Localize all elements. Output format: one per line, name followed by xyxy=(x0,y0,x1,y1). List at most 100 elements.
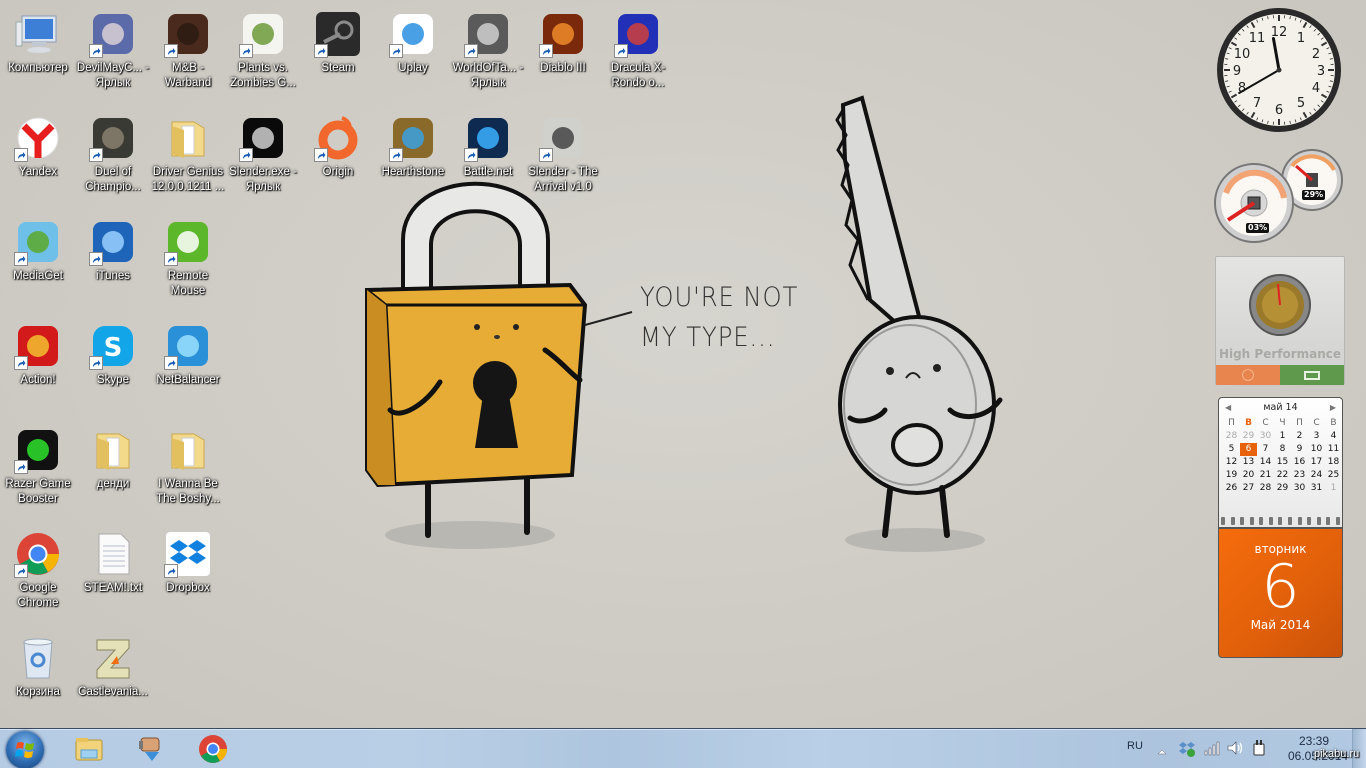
calendar-day[interactable]: 1 xyxy=(1325,482,1342,495)
desktop-icon[interactable]: S Skype xyxy=(75,316,151,412)
desktop-icon[interactable]: Battle.net xyxy=(450,108,526,204)
desktop-icon[interactable]: Driver Genius 12.0.0.1211 ... xyxy=(150,108,226,204)
calendar-day[interactable]: 26 xyxy=(1223,482,1240,495)
calendar-day[interactable]: 16 xyxy=(1291,456,1308,469)
calendar-day[interactable]: 13 xyxy=(1240,456,1257,469)
show-hidden-icons-button[interactable] xyxy=(1156,742,1168,755)
desktop-icon[interactable]: Duel of Champio... xyxy=(75,108,151,204)
calendar-day[interactable]: 30 xyxy=(1257,430,1274,443)
speedometer-icon xyxy=(1249,274,1311,336)
calendar-day-card[interactable]: вторник 6 Май 2014 xyxy=(1218,528,1343,658)
calendar-day[interactable]: 29 xyxy=(1274,482,1291,495)
desktop-icon[interactable]: DevilMayC... - Ярлык xyxy=(75,4,151,100)
desktop-icon[interactable]: Uplay xyxy=(375,4,451,100)
desktop-icon[interactable]: Компьютер xyxy=(0,4,76,100)
desktop-icon[interactable]: денди xyxy=(75,420,151,516)
start-button[interactable] xyxy=(6,731,44,768)
speech-text: YOU'RE NOT MY TYPE... xyxy=(640,278,798,358)
shortcut-arrow-icon xyxy=(314,148,328,162)
svg-text:2: 2 xyxy=(1312,47,1320,62)
desktop-icon[interactable]: WorldOfTa... - Ярлык xyxy=(450,4,526,100)
calendar-day[interactable]: 17 xyxy=(1308,456,1325,469)
svg-text:7: 7 xyxy=(1253,96,1261,111)
desktop[interactable]: YOU'RE NOT MY TYPE... Компьютер DevilMayC… xyxy=(0,0,1366,728)
power-plan-gadget[interactable]: High Performance xyxy=(1215,256,1345,385)
desktop-icon-label: Uplay xyxy=(398,62,428,74)
desktop-icon[interactable]: Yandex xyxy=(0,108,76,204)
desktop-icon[interactable]: STEAM!.txt xyxy=(75,524,151,620)
desktop-icon[interactable]: Razer Game Booster xyxy=(0,420,76,516)
desktop-icon[interactable]: Diablo III xyxy=(525,4,601,100)
performance-mode-button[interactable] xyxy=(1216,365,1280,385)
desktop-icon[interactable]: Корзина xyxy=(0,628,76,724)
calendar-day[interactable]: 5 xyxy=(1223,443,1240,456)
calendar-day[interactable]: 1 xyxy=(1274,430,1291,443)
calendar-day[interactable]: 10 xyxy=(1308,443,1325,456)
calendar-day[interactable]: 27 xyxy=(1240,482,1257,495)
taskbar-download-manager[interactable] xyxy=(122,730,180,768)
calendar-day[interactable]: 14 xyxy=(1257,456,1274,469)
desktop-icon[interactable]: Steam xyxy=(300,4,376,100)
calendar-day[interactable]: 12 xyxy=(1223,456,1240,469)
speech-line-1: YOU'RE NOT xyxy=(640,282,799,313)
calendar-day-today[interactable]: 6 xyxy=(1240,443,1257,456)
calendar-day[interactable]: 19 xyxy=(1223,469,1240,482)
calendar-day[interactable]: 23 xyxy=(1291,469,1308,482)
desktop-icon[interactable]: Origin xyxy=(300,108,376,204)
calendar-day[interactable]: 18 xyxy=(1325,456,1342,469)
desktop-icon[interactable]: Slender - The Arrival v1.0 xyxy=(525,108,601,204)
taskbar-chrome[interactable] xyxy=(184,730,242,768)
lock-character xyxy=(365,181,633,538)
tray-volume[interactable] xyxy=(1226,739,1244,757)
calendar-day[interactable]: 8 xyxy=(1274,443,1291,456)
desktop-icon-label: Plants vs. Zombies G... xyxy=(230,62,296,89)
calendar-day[interactable]: 28 xyxy=(1257,482,1274,495)
desktop-icon[interactable]: Castlevania... xyxy=(75,628,151,724)
desktop-icon[interactable]: M&B - Warband xyxy=(150,4,226,100)
calendar-day[interactable]: 31 xyxy=(1308,482,1325,495)
battery-mode-button[interactable] xyxy=(1280,365,1344,385)
calendar-day[interactable]: 9 xyxy=(1291,443,1308,456)
calendar-day[interactable]: 3 xyxy=(1308,430,1325,443)
calendar-day[interactable]: 7 xyxy=(1257,443,1274,456)
calendar-day[interactable]: 30 xyxy=(1291,482,1308,495)
desktop-icon-label: Remote Mouse xyxy=(167,270,209,297)
desktop-icon[interactable]: Hearthstone xyxy=(375,108,451,204)
calendar-day[interactable]: 28 xyxy=(1223,430,1240,443)
desktop-icon[interactable]: Dropbox xyxy=(150,524,226,620)
calendar-day[interactable]: 22 xyxy=(1274,469,1291,482)
previous-month-arrow[interactable]: ◀ xyxy=(1225,403,1231,412)
taskbar-explorer[interactable] xyxy=(60,730,118,768)
desktop-icon[interactable]: Plants vs. Zombies G... xyxy=(225,4,301,100)
desktop-icon[interactable]: iTunes xyxy=(75,212,151,308)
calendar-day[interactable]: 29 xyxy=(1240,430,1257,443)
desktop-icon[interactable]: Action! xyxy=(0,316,76,412)
desktop-icon[interactable]: MediaGet xyxy=(0,212,76,308)
tray-dropbox[interactable] xyxy=(1178,739,1196,757)
devil-may-cry-icon xyxy=(89,10,137,58)
calendar-day[interactable]: 24 xyxy=(1308,469,1325,482)
calendar-day[interactable]: 20 xyxy=(1240,469,1257,482)
calendar-day[interactable]: 4 xyxy=(1325,430,1342,443)
calendar-day[interactable]: 2 xyxy=(1291,430,1308,443)
calendar-day[interactable]: 25 xyxy=(1325,469,1342,482)
next-month-arrow[interactable]: ▶ xyxy=(1330,403,1336,412)
clock-gadget[interactable]: 12 1 2 345 678 9 10 11 xyxy=(1215,6,1343,134)
desktop-icon[interactable]: Remote Mouse xyxy=(150,212,226,308)
calendar-day[interactable]: 11 xyxy=(1325,443,1342,456)
calendar-day[interactable]: 21 xyxy=(1257,469,1274,482)
desktop-icon[interactable]: Google Chrome xyxy=(0,524,76,620)
calendar-day[interactable]: 15 xyxy=(1274,456,1291,469)
calendar-gadget[interactable]: ◀ май 14 ▶ П В С Ч П С В 28 29 30 1 2 3 4 5 6 7 8 9 10 11 12 1… xyxy=(1218,397,1343,528)
desktop-icon[interactable]: NetBalancer xyxy=(150,316,226,412)
desktop-icon-label: Razer Game Booster xyxy=(5,478,71,505)
desktop-icon[interactable]: Slender.exe - Ярлык xyxy=(225,108,301,204)
language-indicator[interactable]: RU xyxy=(1127,740,1143,752)
cpu-meter-gadget[interactable]: 03% 29% xyxy=(1214,148,1344,243)
desktop-icon[interactable]: Dracula X- Rondo o... xyxy=(600,4,676,100)
tray-power[interactable] xyxy=(1250,739,1268,757)
key-character xyxy=(835,95,1003,538)
desktop-icon[interactable]: I Wanna Be The Boshy... xyxy=(150,420,226,516)
tray-network[interactable] xyxy=(1203,739,1221,757)
desktop-icon-label: WorldOfTa... - Ярлык xyxy=(452,62,524,89)
